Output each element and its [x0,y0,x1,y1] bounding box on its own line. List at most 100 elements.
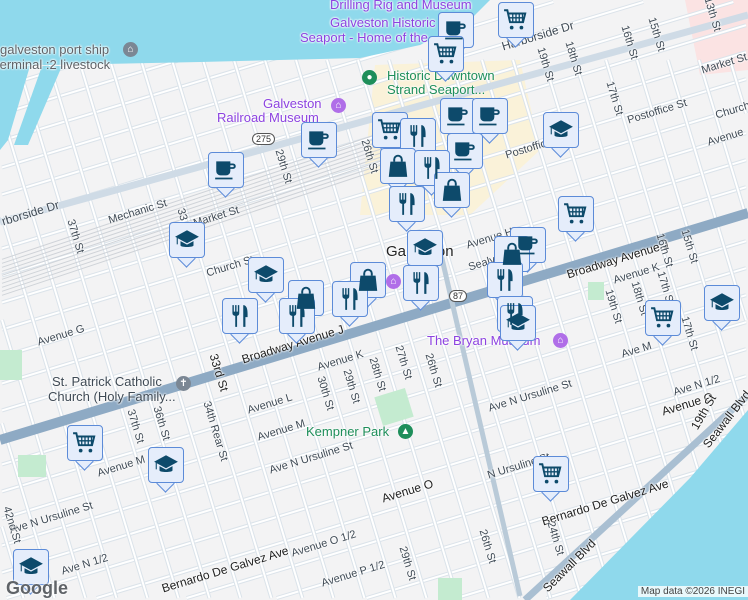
map-attribution[interactable]: Map data ©2026 INEGI [637,586,748,597]
marker-box [372,112,408,148]
marker-box [558,196,594,232]
marker-box [498,2,534,38]
seaport-label[interactable]: Galveston Historic [330,15,435,30]
marker-box [301,122,337,158]
museum-pin-icon[interactable]: ⌂ [553,333,568,348]
graduation-cap-icon [412,235,438,261]
school-marker[interactable] [543,112,579,158]
restaurant-icon [405,123,431,149]
cafe-marker[interactable] [301,122,337,168]
marker-box [389,186,425,222]
cart-icon [538,461,564,487]
grocery-marker[interactable] [67,425,103,471]
school-marker[interactable] [169,222,205,268]
school-marker[interactable] [704,285,740,331]
graduation-cap-icon [153,452,179,478]
school-marker[interactable] [248,257,284,303]
google-logo: Google [6,578,68,598]
restaurant-marker[interactable] [279,298,315,344]
park-pin-icon[interactable]: ▲ [398,424,413,439]
school-marker[interactable] [148,447,184,493]
cart-icon [377,117,403,143]
coffee-icon [477,103,503,129]
coffee-icon [445,103,471,129]
school-marker[interactable] [500,305,536,351]
marker-box [500,305,536,341]
marker-box [434,172,470,208]
marker-box [400,118,436,154]
church-pin-icon[interactable]: ✝ [176,376,191,391]
kempner-park-label[interactable]: Kempner Park [306,424,389,439]
bag-icon [385,153,411,179]
grocery-marker[interactable] [645,300,681,346]
graduation-cap-icon [548,117,574,143]
marker-box [279,298,315,334]
restaurant-icon [337,286,363,312]
coffee-icon [443,17,469,43]
park [438,578,462,600]
marker-box [428,36,464,72]
marker-box [169,222,205,258]
marker-box [447,133,483,169]
graduation-cap-icon [709,290,735,316]
st-patrick-church-label-2[interactable]: Church (Holy Family... [48,389,176,404]
strand-seaport-label-2[interactable]: Strand Seaport... [387,82,485,97]
marker-box [148,447,184,483]
seaport-label-2[interactable]: Seaport - Home of the... [300,30,439,45]
drilling-rig-label[interactable]: Drilling Rig and Museum [330,0,472,12]
marker-box [472,98,508,134]
restaurant-marker[interactable] [332,281,368,327]
cart-icon [503,7,529,33]
cart-icon [563,201,589,227]
bag-icon [439,177,465,203]
park [0,350,22,380]
grocery-marker[interactable] [533,456,569,502]
marker-box [222,298,258,334]
railroad-museum-label[interactable]: Galveston [263,96,322,111]
port-terminal-label-2[interactable]: terminal :2 livestock [0,57,110,72]
restaurant-icon [394,191,420,217]
restaurant-marker[interactable] [389,186,425,232]
cafe-marker[interactable] [208,152,244,198]
marker-box [645,300,681,336]
shopping-marker[interactable] [434,172,470,218]
cart-icon [72,430,98,456]
museum-pin-icon[interactable]: ⌂ [386,274,401,289]
route-275-shield: 275 [252,133,276,145]
park [18,455,46,477]
cart-icon [433,41,459,67]
marker-box [407,230,443,266]
grocery-marker[interactable] [558,196,594,242]
marker-box [543,112,579,148]
marker-box [704,285,740,321]
st-patrick-church-label[interactable]: St. Patrick Catholic [52,374,162,389]
restaurant-marker[interactable] [222,298,258,344]
restaurant-icon [492,267,518,293]
restaurant-marker[interactable] [403,265,439,311]
coffee-icon [452,138,478,164]
restaurant-icon [227,303,253,329]
coffee-icon [306,127,332,153]
graduation-cap-icon [174,227,200,253]
marker-box [380,148,416,184]
cart-icon [650,305,676,331]
marker-box [208,152,244,188]
museum-pin-icon[interactable]: ⌂ [123,42,138,57]
graduation-cap-icon [253,262,279,288]
museum-pin-icon[interactable]: ⌂ [331,98,346,113]
grocery-marker[interactable] [498,2,534,48]
grocery-marker[interactable] [428,36,464,82]
marker-box [403,265,439,301]
coffee-icon [213,157,239,183]
graduation-cap-icon [18,554,44,580]
marker-box [440,98,476,134]
park-pin-icon[interactable]: ● [362,70,377,85]
cafe-marker[interactable] [447,133,483,179]
marker-box [67,425,103,461]
marker-box [487,262,523,298]
marker-box [332,281,368,317]
bag-icon [499,241,525,267]
route-87-shield: 87 [449,290,468,302]
port-terminal-label[interactable]: galveston port ship [0,42,109,57]
restaurant-icon [408,270,434,296]
